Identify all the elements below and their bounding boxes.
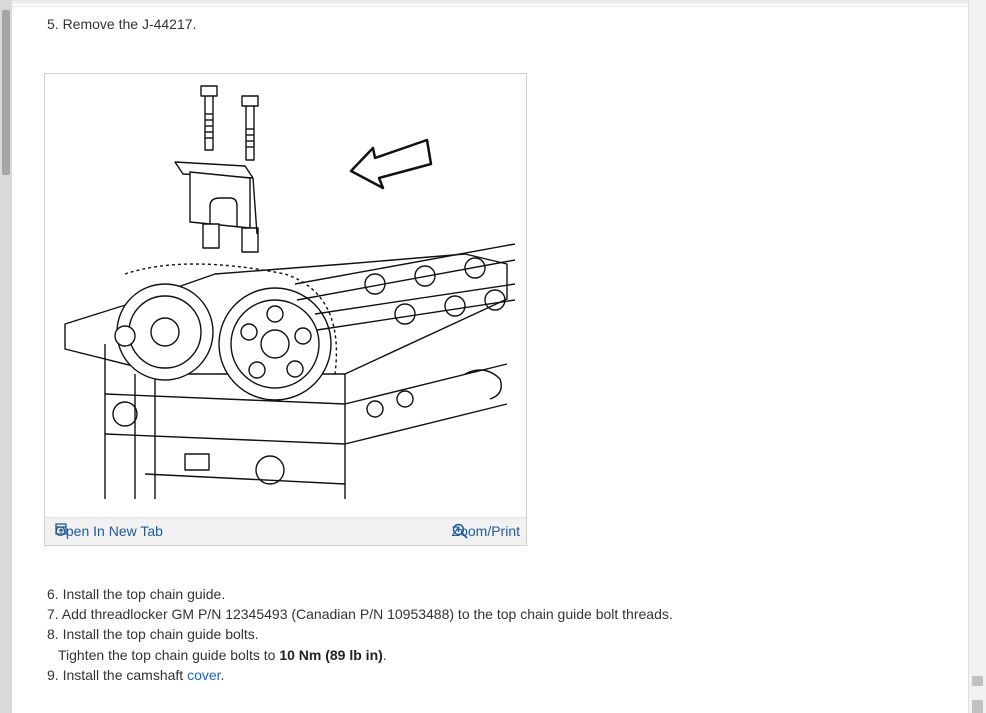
step-9-text: 9. Install the camshaft [47,667,188,683]
step-5: 5. Remove the J-44217. [47,16,197,32]
open-in-new-tab-label: Open In New Tab [55,523,163,539]
open-new-tab-icon [55,523,67,535]
torque-value: 10 Nm (89 lb in) [279,647,383,663]
tighten-text: Tighten the top chain guide bolts to [58,647,280,663]
zoom-in-icon [452,523,468,539]
tighten-suffix: . [382,647,387,663]
camshaft-cover-link[interactable]: cover [187,667,220,683]
zoom-print-link[interactable]: Zoom/Print [452,523,520,539]
figure-footer: Open In New Tab Zoom/Print [45,517,526,545]
step-9: 9. Install the camshaft cover. [47,666,224,684]
content-pane: 5. Remove the J-44217. Open In New Tab Z… [12,0,968,713]
right-scrollbar-thumb[interactable] [972,676,983,686]
engine-illustration [64,85,516,499]
tighten-spec: Tighten the top chain guide bolts to 10 … [58,646,387,664]
procedure-figure: Open In New Tab Zoom/Print [44,73,527,546]
step-6: 6. Install the top chain guide. [47,586,226,602]
step-7: 7. Add threadlocker GM P/N 12345493 (Can… [47,606,673,622]
step-9-suffix: . [220,667,225,683]
right-scrollbar[interactable] [968,0,986,713]
step-8: 8. Install the top chain guide bolts. [47,626,259,642]
right-scrollbar-arrow[interactable] [972,700,983,713]
open-in-new-tab-link[interactable]: Open In New Tab [55,523,163,539]
top-divider [12,0,968,7]
left-scrollbar-thumb[interactable] [2,10,10,175]
